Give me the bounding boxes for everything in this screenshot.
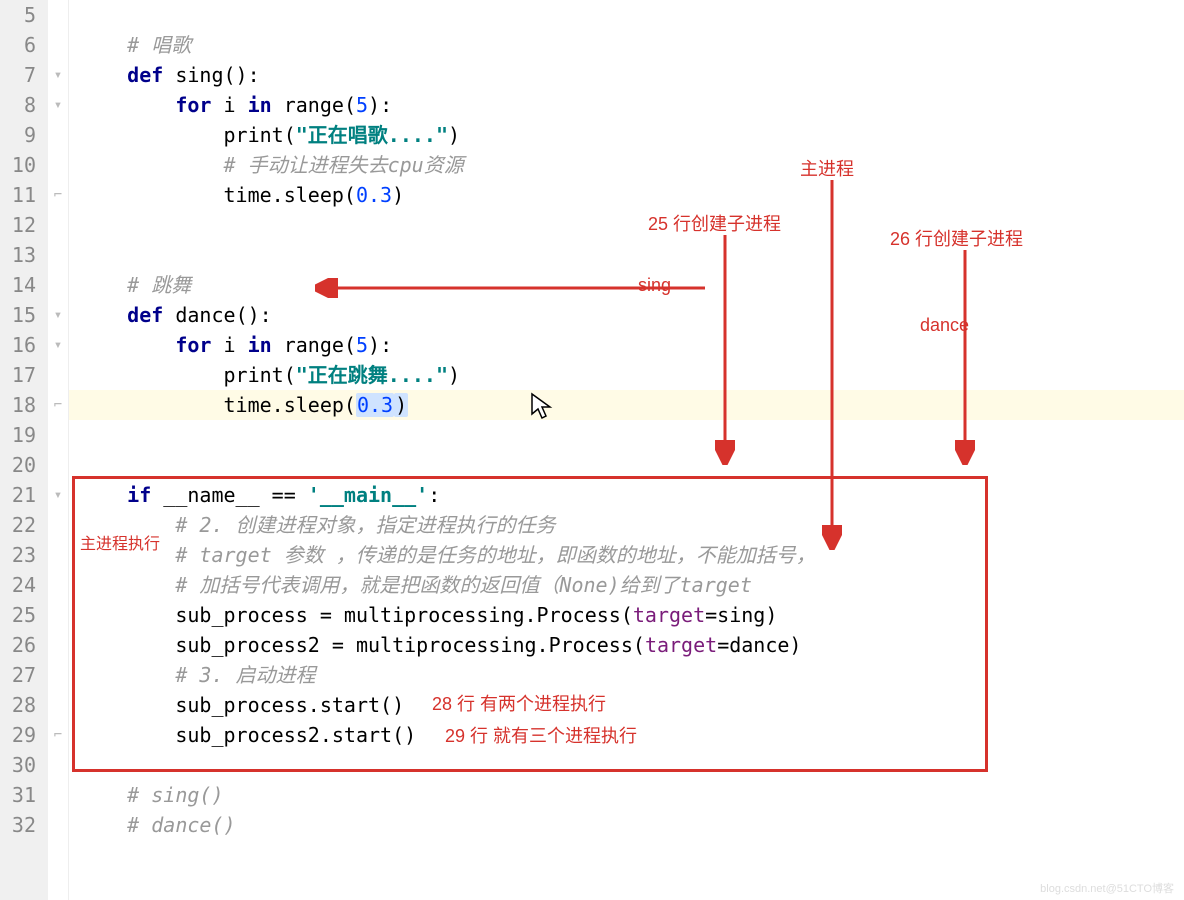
line-number: 26 — [0, 630, 36, 660]
code-line[interactable]: # 加括号代表调用，就是把函数的返回值（None)给到了target — [69, 570, 1184, 600]
line-number: 21 — [0, 480, 36, 510]
line-number: 11 — [0, 180, 36, 210]
code-line[interactable]: # 2. 创建进程对象，指定进程执行的任务 — [69, 510, 1184, 540]
code-line[interactable]: def sing(): — [69, 60, 1184, 90]
code-line-highlighted[interactable]: time.sleep(0.3) — [69, 390, 1184, 420]
code-line[interactable]: for i in range(5): — [69, 90, 1184, 120]
line-number: 14 — [0, 270, 36, 300]
line-number: 17 — [0, 360, 36, 390]
code-line[interactable]: sub_process2 = multiprocessing.Process(t… — [69, 630, 1184, 660]
watermark-text: blog.csdn.net@51CTO博客 — [1040, 880, 1174, 896]
code-line[interactable]: sub_process.start() — [69, 690, 1184, 720]
code-line[interactable]: def dance(): — [69, 300, 1184, 330]
fold-marker-icon[interactable]: ▾ — [48, 330, 68, 360]
line-number-gutter: 5 6 7 8 9 10 11 12 13 14 15 16 17 18 19 … — [0, 0, 48, 900]
line-number: 7 — [0, 60, 36, 90]
fold-marker-icon[interactable]: ▾ — [48, 90, 68, 120]
code-line[interactable]: sub_process = multiprocessing.Process(ta… — [69, 600, 1184, 630]
line-number: 5 — [0, 0, 36, 30]
line-number: 16 — [0, 330, 36, 360]
line-number: 19 — [0, 420, 36, 450]
code-line[interactable]: print("正在唱歌....") — [69, 120, 1184, 150]
annotation-dance-label: dance — [920, 315, 969, 336]
code-line[interactable] — [69, 450, 1184, 480]
annotation-line28-note: 28 行 有两个进程执行 — [432, 690, 606, 716]
line-number: 20 — [0, 450, 36, 480]
fold-marker-icon[interactable]: ▾ — [48, 300, 68, 330]
code-line[interactable]: # dance() — [69, 810, 1184, 840]
line-number: 24 — [0, 570, 36, 600]
line-number: 13 — [0, 240, 36, 270]
code-area[interactable]: # 唱歌 def sing(): for i in range(5): prin… — [69, 0, 1184, 900]
code-line[interactable]: # sing() — [69, 780, 1184, 810]
code-line[interactable]: # 跳舞 — [69, 270, 1184, 300]
code-line[interactable]: if __name__ == '__main__': — [69, 480, 1184, 510]
line-number: 22 — [0, 510, 36, 540]
fold-marker-icon[interactable]: ▾ — [48, 60, 68, 90]
fold-marker-icon[interactable]: ▾ — [48, 480, 68, 510]
annotation-main-exec: 主进程执行 — [80, 530, 160, 554]
annotation-sing-label: sing — [638, 275, 671, 296]
code-line[interactable]: # 手动让进程失去cpu资源 — [69, 150, 1184, 180]
code-line[interactable]: time.sleep(0.3) — [69, 180, 1184, 210]
code-line[interactable]: # 3. 启动进程 — [69, 660, 1184, 690]
code-line[interactable]: # target 参数 ，传递的是任务的地址，即函数的地址，不能加括号， — [69, 540, 1184, 570]
annotation-line29-note: 29 行 就有三个进程执行 — [445, 722, 637, 748]
line-number: 29 — [0, 720, 36, 750]
line-number: 12 — [0, 210, 36, 240]
fold-column: ▾ ▾ ⌐ ▾ ▾ ⌐ ▾ ⌐ — [48, 0, 69, 900]
annotation-main-process: 主进程 — [800, 155, 854, 181]
code-line[interactable] — [69, 750, 1184, 780]
line-number: 30 — [0, 750, 36, 780]
line-number: 18 — [0, 390, 36, 420]
fold-end-icon: ⌐ — [48, 720, 68, 750]
code-line[interactable]: print("正在跳舞....") — [69, 360, 1184, 390]
code-editor: 5 6 7 8 9 10 11 12 13 14 15 16 17 18 19 … — [0, 0, 1184, 900]
fold-end-icon: ⌐ — [48, 390, 68, 420]
code-line[interactable] — [69, 420, 1184, 450]
line-number: 27 — [0, 660, 36, 690]
line-number: 32 — [0, 810, 36, 840]
line-number: 15 — [0, 300, 36, 330]
line-number: 23 — [0, 540, 36, 570]
code-line[interactable]: for i in range(5): — [69, 330, 1184, 360]
annotation-line26-creates: 26 行创建子进程 — [890, 225, 1023, 251]
line-number: 31 — [0, 780, 36, 810]
code-line[interactable] — [69, 0, 1184, 30]
line-number: 25 — [0, 600, 36, 630]
line-number: 10 — [0, 150, 36, 180]
line-number: 6 — [0, 30, 36, 60]
line-number: 28 — [0, 690, 36, 720]
line-number: 8 — [0, 90, 36, 120]
fold-end-icon: ⌐ — [48, 180, 68, 210]
code-line[interactable]: # 唱歌 — [69, 30, 1184, 60]
annotation-line25-creates: 25 行创建子进程 — [648, 210, 781, 236]
line-number: 9 — [0, 120, 36, 150]
